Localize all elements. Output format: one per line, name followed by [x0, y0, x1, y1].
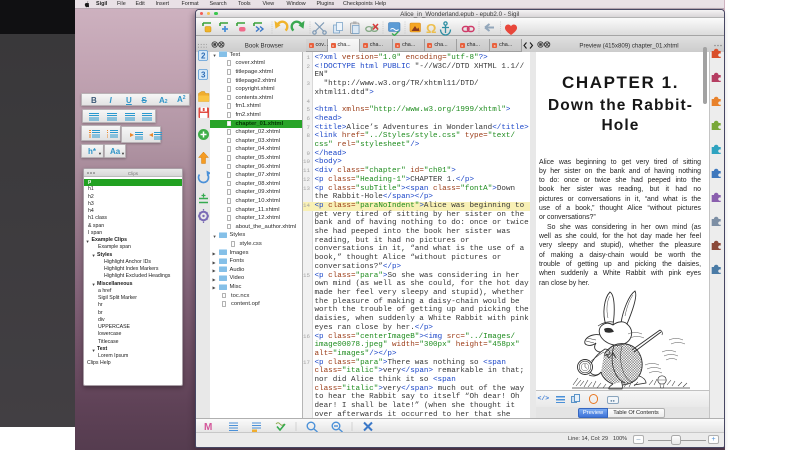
svg-text:Ω: Ω	[426, 21, 436, 36]
svg-text:Preview (415x809) chapter_01.x: Preview (415x809) chapter_01.xhtml	[579, 42, 678, 49]
svg-text:Book Browser: Book Browser	[245, 42, 284, 49]
svg-text:3: 3	[201, 70, 206, 79]
svg-text:2: 2	[201, 51, 206, 60]
svg-text:M: M	[204, 422, 212, 433]
